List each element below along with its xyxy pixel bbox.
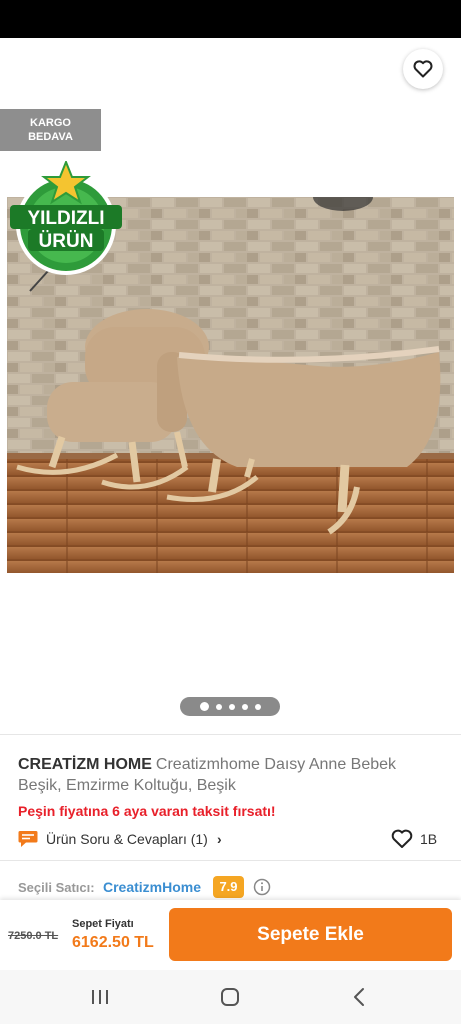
basket-price: 6162.50 TL — [72, 934, 154, 951]
heart-outline-icon[interactable] — [391, 829, 413, 849]
qa-link[interactable]: Ürün Soru & Cevapları (1) — [46, 831, 208, 847]
home-icon — [221, 988, 239, 1006]
free-shipping-line1: KARGO — [30, 117, 71, 129]
pager-dot[interactable] — [215, 703, 222, 710]
featured-product-seal: YILDIZLI ÜRÜN — [8, 159, 128, 293]
seller-link[interactable]: CreatizmHome — [103, 879, 201, 895]
heart-outline-icon — [413, 60, 433, 78]
basket-price-label: Sepet Fiyatı — [72, 918, 134, 930]
pager-dot[interactable] — [228, 703, 235, 710]
featured-line2: ÜRÜN — [39, 231, 94, 252]
featured-line1: YILDIZLI — [27, 208, 104, 229]
installment-promo: Peşin fiyatına 6 aya varan taksit fırsat… — [18, 803, 276, 819]
gallery-pager[interactable] — [180, 697, 280, 716]
free-shipping-line2: BEDAVA — [28, 131, 73, 143]
pager-dot[interactable] — [241, 703, 248, 710]
pager-dot[interactable] — [199, 702, 209, 711]
recents-button[interactable] — [85, 985, 115, 1009]
system-back-button[interactable] — [344, 985, 374, 1009]
seller-score-badge: 7.9 — [213, 876, 244, 898]
info-icon[interactable] — [252, 877, 272, 897]
qa-row: Ürün Soru & Cevapları (1) › 1B — [18, 829, 443, 851]
old-price: 7250.0 TL — [8, 930, 59, 942]
divider — [0, 860, 461, 861]
product-detail-screen: KARGO BEDAVA YILDIZLI ÜRÜN CREATİZM HOME… — [0, 0, 461, 1024]
chat-bubble-icon — [18, 831, 38, 847]
pager-dot[interactable] — [254, 703, 261, 710]
back-button[interactable] — [14, 54, 48, 84]
product-title: CREATİZM HOME Creatizmhome Daısy Anne Beb… — [18, 754, 438, 796]
share-button[interactable] — [346, 52, 380, 86]
chevron-right-icon: › — [217, 831, 222, 847]
share-icon — [354, 59, 372, 79]
status-bar — [0, 0, 461, 38]
system-nav-bar — [0, 970, 461, 1024]
divider — [0, 734, 461, 735]
arrow-left-icon — [20, 59, 42, 79]
seller-row: Seçili Satıcı: CreatizmHome 7.9 — [18, 876, 443, 898]
top-bar — [0, 38, 461, 100]
product-brand[interactable]: CREATİZM HOME — [18, 756, 152, 773]
nav-back-icon — [354, 988, 364, 1006]
home-button[interactable] — [215, 985, 245, 1009]
add-to-cart-button[interactable]: Sepete Ekle — [169, 908, 452, 961]
favorite-button[interactable] — [403, 49, 443, 89]
recents-icon — [92, 990, 108, 1004]
like-count: 1B — [420, 831, 438, 847]
seller-label: Seçili Satıcı: — [18, 880, 95, 895]
free-shipping-badge: KARGO BEDAVA — [0, 109, 101, 151]
purchase-bar: 7250.0 TL Sepet Fiyatı 6162.50 TL Sepete… — [0, 900, 461, 970]
